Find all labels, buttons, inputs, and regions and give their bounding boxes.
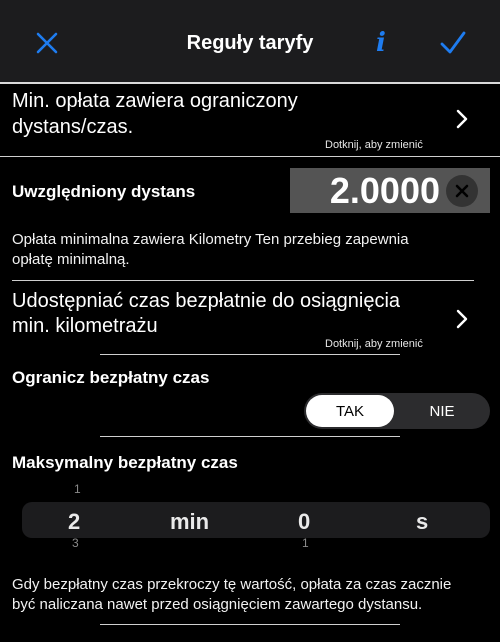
footer-description-line1: Gdy bezpłatny czas przekroczy tę wartość…: [12, 576, 452, 593]
limit-free-time-label: Ogranicz bezpłatny czas: [12, 368, 210, 387]
included-distance-value: 2.0000: [329, 170, 440, 211]
free-time-label-line1: Udostępniać czas bezpłatnie do osiągnięc…: [12, 290, 401, 312]
included-distance-label: Uwzględniony dystans: [12, 182, 196, 201]
free-time-label-line2: min. kilometrażu: [12, 315, 158, 337]
distance-description-line2: opłatę minimalną.: [12, 251, 130, 268]
info-icon: i: [376, 28, 386, 58]
checkmark-icon: [440, 31, 466, 54]
seconds-value[interactable]: 0: [298, 509, 310, 535]
minutes-value[interactable]: 2: [68, 509, 80, 535]
option-yes[interactable]: TAK: [306, 395, 394, 427]
chevron-right-icon: [456, 309, 468, 329]
divider: [0, 156, 500, 157]
clear-button[interactable]: [446, 175, 478, 207]
footer-description-line2: być naliczana nawet przed osiągnięciem z…: [12, 596, 423, 613]
option-no[interactable]: NIE: [396, 395, 488, 427]
divider: [100, 436, 400, 437]
min-fare-includes-label-line2: dystans/czas.: [12, 116, 134, 138]
clear-icon: [455, 184, 469, 198]
free-time-until-min-distance-row[interactable]: Udostępniać czas bezpłatnie do osiągnięc…: [0, 284, 500, 354]
time-picker[interactable]: 1 3 1 2 min 0 s: [0, 480, 500, 560]
page-title: Reguły taryfy: [186, 32, 314, 54]
minutes-unit: min: [170, 509, 210, 534]
seconds-next-value: 1: [302, 538, 309, 548]
divider: [12, 280, 474, 281]
seconds-unit: s: [416, 509, 429, 534]
done-button[interactable]: [436, 26, 470, 60]
distance-description-line1: Opłata minimalna zawiera Kilometry Ten p…: [12, 231, 409, 248]
chevron-right-icon: [456, 109, 468, 129]
divider: [100, 354, 400, 355]
tap-to-change-hint: Dotknij, aby zmienić: [325, 338, 423, 350]
min-fare-includes-row[interactable]: Min. opłata zawiera ograniczony dystans/…: [0, 84, 500, 156]
max-free-time-label: Maksymalny bezpłatny czas: [12, 453, 238, 472]
minutes-prev-value: 1: [74, 484, 81, 494]
minutes-next-value: 3: [72, 538, 79, 548]
info-button[interactable]: i: [368, 27, 394, 59]
tap-to-change-hint: Dotknij, aby zmienić: [325, 139, 423, 151]
min-fare-includes-label-line1: Min. opłata zawiera ograniczony: [12, 90, 298, 112]
divider: [100, 624, 400, 625]
